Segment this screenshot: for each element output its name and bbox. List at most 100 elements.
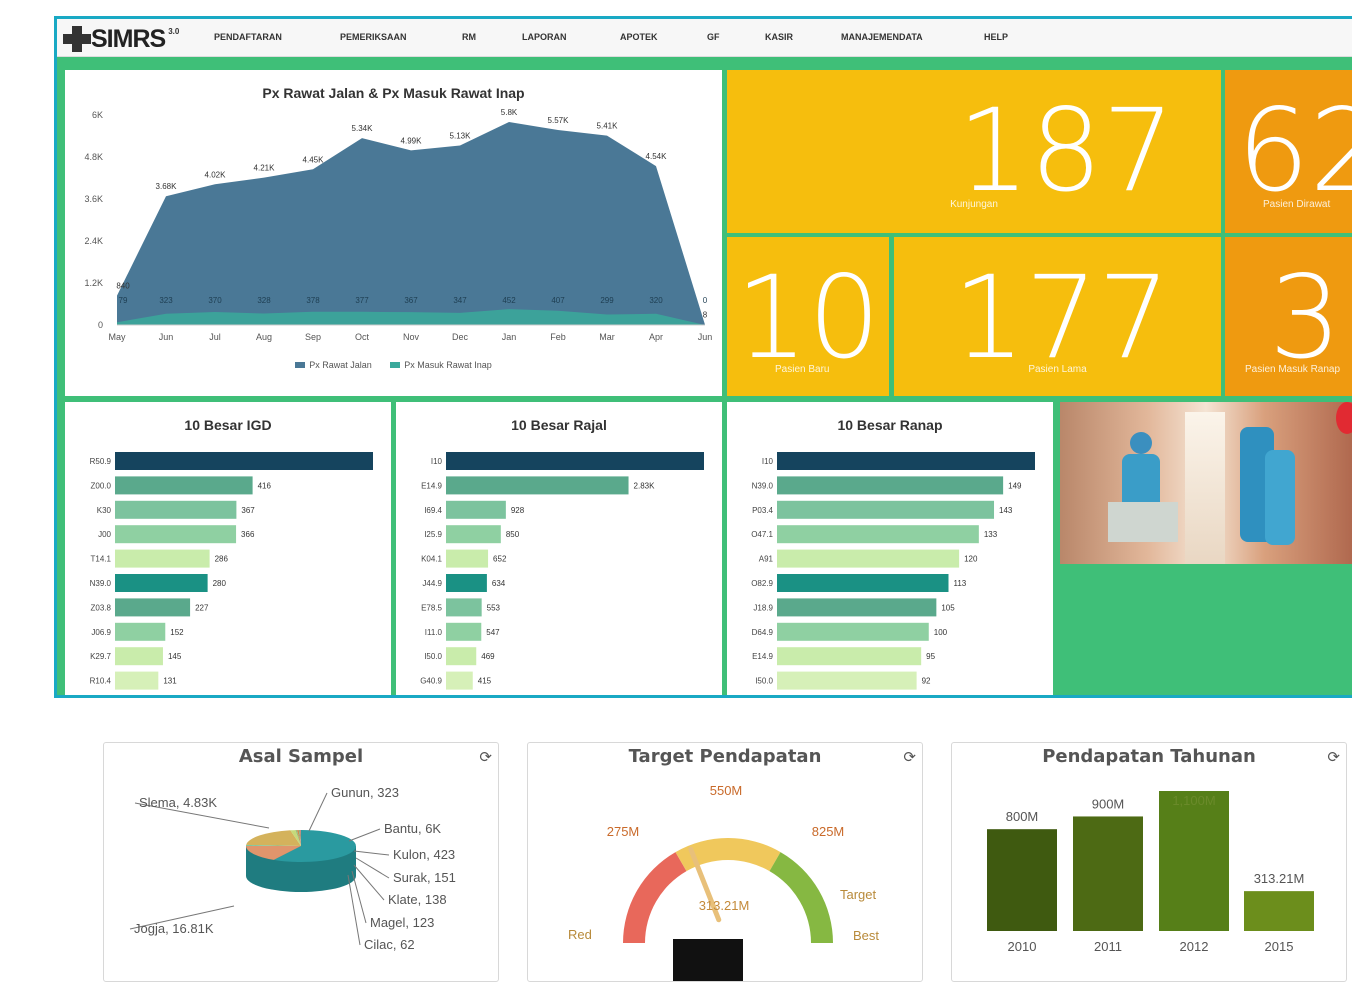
- top-nav-bar: SIMRS 3.0 PENDAFTARAN PEMERIKSAAN RM LAP…: [57, 19, 1352, 57]
- nav-pemeriksaan[interactable]: PEMERIKSAAN: [340, 32, 407, 42]
- x-tick-label: May: [108, 332, 126, 342]
- bar-category-label: E14.9: [752, 652, 773, 661]
- bar: [115, 622, 166, 641]
- corridor-light: [1185, 412, 1225, 564]
- pie-label: Klate, 138: [388, 892, 447, 907]
- bar-value-label: 113: [953, 579, 966, 588]
- tile-lama-value: 177: [952, 251, 1171, 384]
- gauge-band-label: Best: [853, 928, 879, 943]
- nav-gf[interactable]: GF: [707, 32, 720, 42]
- bar-value-label: 227: [195, 603, 209, 612]
- area-series-rawat-jalan: [117, 122, 705, 325]
- tile-kunjungan-value: 187: [957, 84, 1175, 217]
- bar-value-label: 133: [984, 530, 998, 539]
- legend-rawat-jalan[interactable]: Px Rawat Jalan: [309, 360, 372, 370]
- hospital-photo: [1060, 402, 1352, 564]
- pie-leader-line: [347, 874, 361, 946]
- nav-pendaftaran[interactable]: PENDAFTARAN: [214, 32, 282, 42]
- bar: [115, 525, 237, 544]
- pie-label: Bantu, 6K: [384, 821, 441, 836]
- x-tick-label: Oct: [355, 332, 370, 342]
- nav-apotek[interactable]: APOTEK: [620, 32, 658, 42]
- app-logo[interactable]: SIMRS 3.0: [63, 26, 179, 52]
- data-label: 299: [600, 296, 614, 305]
- revenue-value-label: 800M: [1006, 809, 1039, 824]
- tile-pasien-masuk-ranap[interactable]: 3 Pasien Masuk Ranap: [1225, 237, 1352, 396]
- nav-rm[interactable]: RM: [462, 32, 476, 42]
- bar: [446, 476, 629, 495]
- tile-pasien-baru[interactable]: 10 Pasien Baru: [727, 237, 889, 396]
- tile-pasien-lama[interactable]: 177 Pasien Lama: [894, 237, 1221, 396]
- bar: [777, 598, 937, 617]
- x-tick-label: Feb: [550, 332, 566, 342]
- nurse-figure-3: [1265, 450, 1295, 545]
- nurse-head-1: [1130, 432, 1152, 454]
- bar: [777, 525, 979, 544]
- pendapatan-bar-chart: 800M 2010 900M 2011 1,100M 2012 313.21M 2015: [987, 791, 1314, 954]
- tile-kunjungan[interactable]: 187 Kunjungan: [727, 70, 1221, 233]
- area-legend: Px Rawat Jalan Px Masuk Rawat Inap: [65, 360, 722, 370]
- bar-category-label: E78.5: [421, 603, 442, 612]
- bar-category-label: I10: [762, 457, 774, 466]
- data-label: 4.54K: [646, 152, 668, 161]
- nav-kasir[interactable]: KASIR: [765, 32, 793, 42]
- bar-category-label: N39.0: [90, 579, 112, 588]
- bar-category-label: K30: [97, 506, 112, 515]
- nav-help[interactable]: HELP: [984, 32, 1008, 42]
- data-label: 5.13K: [450, 131, 472, 140]
- revenue-bar: [1159, 791, 1229, 931]
- bar-category-label: R50.9: [90, 457, 112, 466]
- gauge-tick-label: 550M: [710, 783, 743, 798]
- x-tick-label: Jul: [209, 332, 221, 342]
- bar-category-label: N39.0: [752, 481, 774, 490]
- medical-trolley: [1108, 502, 1178, 542]
- bar-value-label: 280: [213, 579, 227, 588]
- data-label: 5.41K: [597, 122, 619, 131]
- bar-value-label: 366: [241, 530, 255, 539]
- bar-value-label: 92: [922, 677, 931, 686]
- bar-category-label: J06.9: [91, 628, 111, 637]
- widget-asal-sampel: Asal Sampel ⟳ Jogja, 16.81K Slema, 4.83K G…: [103, 742, 499, 982]
- x-tick-label: Jun: [698, 332, 713, 342]
- x-tick-label: Mar: [599, 332, 615, 342]
- bar: [446, 549, 489, 568]
- bar: [777, 671, 917, 690]
- data-label: 4.02K: [205, 170, 227, 179]
- bar-category-label: R10.4: [90, 677, 112, 686]
- bar-value-label: 652: [493, 555, 507, 564]
- bar-value-label: 95: [926, 652, 935, 661]
- bar-value-label: 286: [215, 555, 229, 564]
- ranap-bar-chart: I10 N39.0 149 P03.4 143 O47.1 133 A91 120 O82.9 11…: [751, 452, 1035, 690]
- bar: [115, 671, 159, 690]
- red-balloon: [1336, 402, 1352, 434]
- bar: [115, 549, 210, 568]
- rajal-bar-chart: I10 E14.9 2.83K I69.4 928 I25.9 850 K04.1 652 J44…: [420, 452, 704, 690]
- gauge-tick-label: 825M: [812, 824, 845, 839]
- bar: [446, 525, 501, 544]
- pie-label: Surak, 151: [393, 870, 456, 885]
- data-label: 367: [404, 296, 418, 305]
- gauge-decor-meter: [673, 939, 743, 981]
- nav-manajemendata[interactable]: MANAJEMENDATA: [841, 32, 923, 42]
- tile-dirawat-value: 62: [1237, 84, 1352, 217]
- data-label: 4.45K: [303, 155, 325, 164]
- bar: [777, 500, 995, 519]
- pie-label: Jogja, 16.81K: [134, 921, 214, 936]
- data-label: 3.68K: [156, 182, 178, 191]
- data-label: 320: [649, 296, 663, 305]
- pie-leader-line: [351, 870, 367, 924]
- nav-laporan[interactable]: LAPORAN: [522, 32, 567, 42]
- tile-pasien-dirawat[interactable]: 62 Pasien Dirawat: [1225, 70, 1352, 233]
- asal-pie-chart: Jogja, 16.81K Slema, 4.83K Gunun, 323 Bantu…: [129, 785, 456, 952]
- legend-rawat-inap[interactable]: Px Masuk Rawat Inap: [404, 360, 492, 370]
- pie-label: Slema, 4.83K: [139, 795, 217, 810]
- data-label: 4.99K: [401, 136, 423, 145]
- pie-leader-line: [308, 792, 328, 832]
- bar: [115, 574, 208, 592]
- x-tick-label: Jun: [159, 332, 174, 342]
- bar-category-label: O47.1: [751, 530, 773, 539]
- bar-value-label: 634: [492, 579, 506, 588]
- bar: [446, 574, 487, 592]
- bar-category-label: J00: [98, 530, 111, 539]
- bar: [777, 574, 949, 592]
